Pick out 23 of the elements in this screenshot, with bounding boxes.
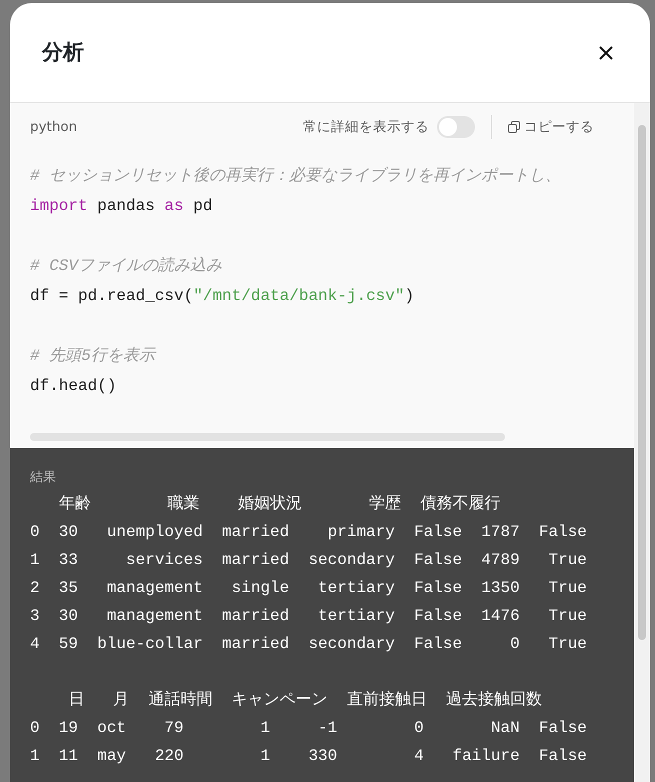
code-comment: # CSVファイルの読み込み <box>30 256 222 277</box>
output-line: 年齢 職業 婚姻状況 学歴 債務不履行 <box>58 494 500 514</box>
output-line: 2 35 management single tertiary False 1350 True <box>30 578 587 598</box>
output-line: 0 19 oct 79 1 -1 0 NaN False <box>30 718 587 738</box>
code-line: import pandas as pd <box>30 196 212 217</box>
output-line: 3 30 management married tertiary False 1476 True <box>30 606 587 626</box>
output-label: 結果 <box>30 469 57 487</box>
details-toggle[interactable] <box>437 116 475 138</box>
dialog-title: 分析 <box>42 38 84 66</box>
output-line: 1 33 services married secondary False 4789 True <box>30 550 587 570</box>
vertical-scrollbar[interactable] <box>634 103 650 782</box>
code-line: df.head() <box>30 376 116 397</box>
output-line: 4 59 blue-collar married secondary False 0 True <box>30 634 587 654</box>
output-line: 0 30 unemployed married primary False 1787 False <box>30 522 587 542</box>
copy-icon <box>508 121 520 133</box>
output-line: 1 11 may 220 1 330 4 failure False <box>30 746 587 766</box>
code-line: df = pd.read_csv("/mnt/data/bank-j.csv") <box>30 286 414 307</box>
code-comment: # 先頭5行を表示 <box>30 346 155 367</box>
code-comment: # セッションリセット後の再実行：必要なライブラリを再インポートし、 <box>30 166 562 187</box>
output-line: 日 月 通話時間 キャンペーン 直前接触日 過去接触回数 <box>67 690 542 710</box>
language-label: python <box>30 118 78 137</box>
copy-button[interactable]: コピーする <box>508 116 594 138</box>
toggle-label: 常に詳細を表示する <box>303 118 429 137</box>
